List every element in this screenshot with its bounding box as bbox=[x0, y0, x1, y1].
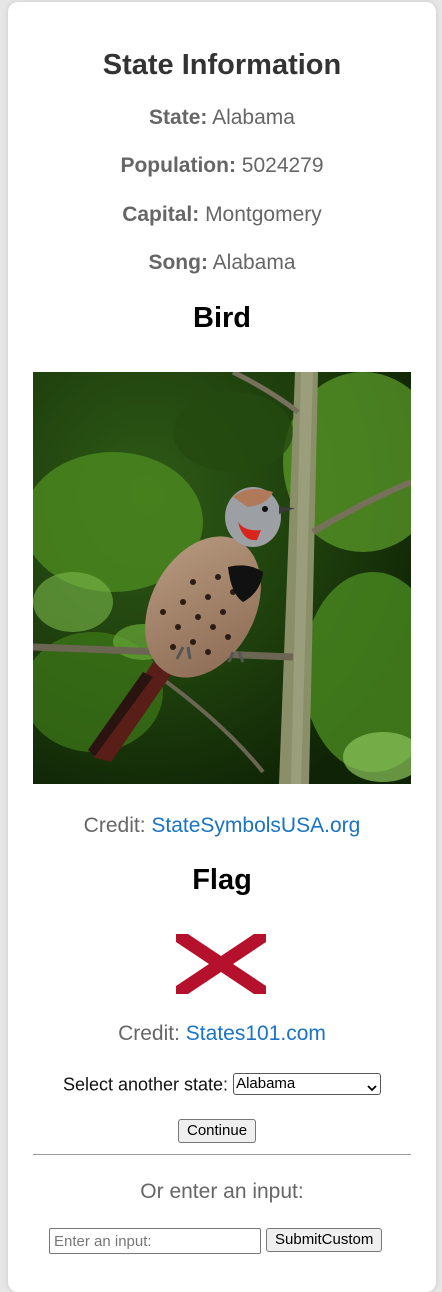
bird-image bbox=[33, 372, 411, 784]
population-value: 5024279 bbox=[241, 154, 324, 177]
flag-heading: Flag bbox=[192, 864, 252, 896]
divider bbox=[33, 1154, 411, 1155]
capital-row: Capital: Montgomery bbox=[8, 202, 436, 228]
state-row: State: Alabama bbox=[8, 105, 436, 131]
state-select[interactable]: Alabama bbox=[233, 1073, 382, 1096]
chevron-down-icon bbox=[366, 1078, 378, 1092]
capital-label: Capital: bbox=[122, 203, 200, 226]
song-row: Song: Alabama bbox=[8, 250, 436, 276]
state-select-label: Select another state: bbox=[62, 1074, 229, 1095]
page-title: State Information bbox=[102, 49, 342, 81]
song-value: Alabama bbox=[212, 251, 296, 274]
flag-credit-link[interactable]: States101.com bbox=[186, 1022, 326, 1045]
bird-credit-label: Credit: bbox=[83, 814, 146, 837]
capital-value: Montgomery bbox=[205, 203, 322, 226]
flag-image bbox=[176, 934, 266, 994]
custom-input-prompt: Or enter an input: bbox=[140, 1180, 304, 1203]
song-label: Song: bbox=[148, 251, 208, 274]
continue-button[interactable]: Continue bbox=[178, 1119, 257, 1143]
custom-input-field[interactable] bbox=[49, 1228, 261, 1254]
flag-credit: Credit: States101.com bbox=[8, 1021, 436, 1047]
bird-credit: Credit: StateSymbolsUSA.org bbox=[8, 813, 436, 839]
bird-credit-link[interactable]: StateSymbolsUSA.org bbox=[151, 814, 360, 837]
flag-credit-label: Credit: bbox=[118, 1022, 180, 1045]
submit-custom-button[interactable]: SubmitCustom bbox=[266, 1228, 383, 1252]
state-value: Alabama bbox=[212, 106, 295, 129]
state-select-value: Alabama bbox=[236, 1075, 296, 1093]
bird-heading: Bird bbox=[193, 302, 251, 334]
population-label: Population: bbox=[120, 154, 236, 177]
population-row: Population: 5024279 bbox=[8, 153, 436, 179]
state-select-row: Select another state: Alabama bbox=[8, 1071, 436, 1096]
state-info-card: State Information State: Alabama Populat… bbox=[8, 2, 436, 1292]
state-label: State: bbox=[149, 106, 208, 129]
